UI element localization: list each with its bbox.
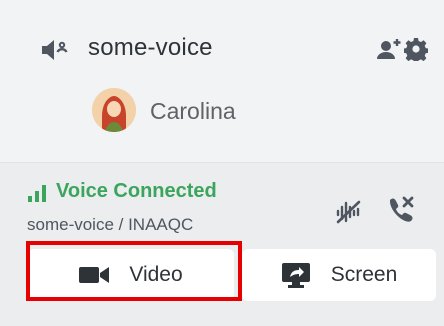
avatar-image: [92, 88, 136, 132]
disconnect-icon[interactable]: [385, 195, 415, 225]
voice-status[interactable]: Voice Connected: [56, 180, 217, 203]
gear-icon[interactable]: [404, 37, 428, 61]
voice-user-row[interactable]: Carolina: [0, 80, 444, 140]
screen-share-icon: [281, 262, 311, 288]
video-button-label: Video: [129, 263, 183, 286]
signal-icon: [28, 185, 46, 202]
user-name: Carolina: [150, 98, 236, 124]
screen-share-button[interactable]: Screen: [242, 249, 436, 301]
channel-name: some-voice: [88, 34, 213, 61]
video-button[interactable]: Video: [28, 249, 234, 301]
speaker-settings-icon: [42, 40, 68, 60]
camera-icon: [79, 265, 110, 285]
screen-button-label: Screen: [330, 263, 398, 286]
voice-connection-panel: Voice Connected some-voice / INAAQC Vide…: [0, 162, 444, 326]
avatar: [92, 88, 136, 132]
voice-channel-detail[interactable]: some-voice / INAAQC: [27, 215, 193, 235]
invite-icon[interactable]: [376, 38, 402, 60]
noise-suppression-icon[interactable]: [334, 199, 364, 225]
